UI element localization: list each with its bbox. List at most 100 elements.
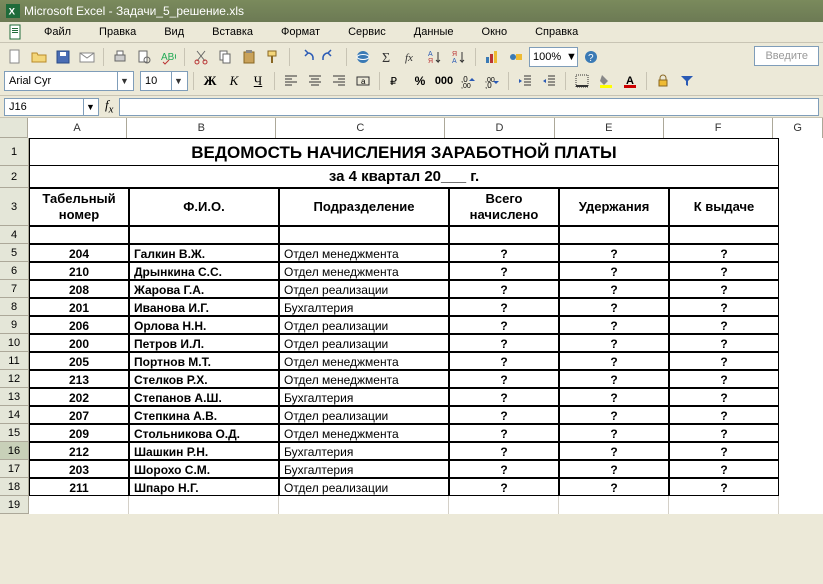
cell-deduct[interactable]: ? bbox=[559, 370, 669, 388]
row-header[interactable]: 2 bbox=[0, 166, 28, 188]
save-button[interactable] bbox=[52, 46, 74, 68]
cell-fio[interactable]: Шашкин Р.Н. bbox=[129, 442, 279, 460]
cell-pay[interactable]: ? bbox=[669, 352, 779, 370]
row-header[interactable]: 12 bbox=[0, 370, 28, 388]
percent-button[interactable]: % bbox=[409, 70, 431, 92]
row-header[interactable]: 19 bbox=[0, 496, 28, 514]
row-header[interactable]: 14 bbox=[0, 406, 28, 424]
cell-pay[interactable]: ? bbox=[669, 298, 779, 316]
cell[interactable] bbox=[779, 166, 823, 188]
menu-window[interactable]: Окно bbox=[470, 24, 520, 40]
cell[interactable] bbox=[559, 226, 669, 244]
fill-color-button[interactable] bbox=[595, 70, 617, 92]
print-button[interactable] bbox=[109, 46, 131, 68]
cell[interactable] bbox=[449, 496, 559, 514]
row-header[interactable]: 17 bbox=[0, 460, 28, 478]
underline-button[interactable]: Ч bbox=[247, 70, 269, 92]
row-header[interactable]: 11 bbox=[0, 352, 28, 370]
autofilter-button[interactable] bbox=[676, 70, 698, 92]
paste-button[interactable] bbox=[238, 46, 260, 68]
name-box[interactable]: ▼ bbox=[4, 98, 99, 116]
zoom-dropdown-icon[interactable]: ▼ bbox=[566, 51, 577, 63]
cell-fio[interactable]: Дрынкина С.С. bbox=[129, 262, 279, 280]
cell-tabnum[interactable]: 202 bbox=[29, 388, 129, 406]
align-right-button[interactable] bbox=[328, 70, 350, 92]
cell[interactable] bbox=[449, 226, 559, 244]
cell[interactable] bbox=[779, 370, 823, 388]
row-header[interactable]: 15 bbox=[0, 424, 28, 442]
cell-dep[interactable]: Отдел менеджмента bbox=[279, 262, 449, 280]
row-header[interactable]: 7 bbox=[0, 280, 28, 298]
cell[interactable] bbox=[779, 388, 823, 406]
cell-deduct[interactable]: ? bbox=[559, 334, 669, 352]
new-button[interactable] bbox=[4, 46, 26, 68]
cell[interactable] bbox=[779, 262, 823, 280]
cell-fio[interactable]: Степкина А.В. bbox=[129, 406, 279, 424]
cell-deduct[interactable]: ? bbox=[559, 442, 669, 460]
cell[interactable] bbox=[279, 226, 449, 244]
cell[interactable] bbox=[129, 226, 279, 244]
cell-pay[interactable]: ? bbox=[669, 280, 779, 298]
chart-button[interactable] bbox=[481, 46, 503, 68]
align-left-button[interactable] bbox=[280, 70, 302, 92]
cells-area[interactable]: ВЕДОМОСТЬ НАЧИСЛЕНИЯ ЗАРАБОТНОЙ ПЛАТЫ за… bbox=[29, 138, 823, 514]
cell-deduct[interactable]: ? bbox=[559, 388, 669, 406]
menu-tools[interactable]: Сервис bbox=[336, 24, 398, 40]
undo-button[interactable] bbox=[295, 46, 317, 68]
cell-dep[interactable]: Отдел реализации bbox=[279, 478, 449, 496]
cell-dep[interactable]: Бухгалтерия bbox=[279, 388, 449, 406]
dropdown-icon[interactable]: ▼ bbox=[117, 72, 131, 90]
cell-dep[interactable]: Отдел менеджмента bbox=[279, 244, 449, 262]
row-header[interactable]: 16 bbox=[0, 442, 28, 460]
cell-dep[interactable]: Бухгалтерия bbox=[279, 460, 449, 478]
cell-dep[interactable]: Отдел реализации bbox=[279, 316, 449, 334]
cell-pay[interactable]: ? bbox=[669, 478, 779, 496]
menu-format[interactable]: Формат bbox=[269, 24, 332, 40]
row-header[interactable]: 1 bbox=[0, 138, 28, 166]
cell[interactable] bbox=[779, 478, 823, 496]
cell[interactable] bbox=[779, 298, 823, 316]
cell-fio[interactable]: Портнов М.Т. bbox=[129, 352, 279, 370]
font-color-button[interactable]: A bbox=[619, 70, 641, 92]
row-header[interactable]: 18 bbox=[0, 478, 28, 496]
dropdown-icon[interactable]: ▼ bbox=[83, 99, 97, 115]
row-header[interactable]: 13 bbox=[0, 388, 28, 406]
font-size-input[interactable] bbox=[141, 72, 171, 90]
cell[interactable] bbox=[779, 244, 823, 262]
italic-button[interactable]: К bbox=[223, 70, 245, 92]
increase-indent-button[interactable] bbox=[538, 70, 560, 92]
col-header-E[interactable]: E bbox=[555, 118, 664, 138]
dropdown-icon[interactable]: ▼ bbox=[171, 72, 185, 90]
col-header-B[interactable]: B bbox=[127, 118, 276, 138]
cell-fio[interactable]: Иванова И.Г. bbox=[129, 298, 279, 316]
cell-pay[interactable]: ? bbox=[669, 406, 779, 424]
formula-input[interactable] bbox=[119, 98, 819, 116]
font-size-box[interactable]: ▼ bbox=[140, 71, 188, 91]
menu-help[interactable]: Справка bbox=[523, 24, 590, 40]
copy-button[interactable] bbox=[214, 46, 236, 68]
hyperlink-button[interactable] bbox=[352, 46, 374, 68]
fx-icon[interactable]: fx bbox=[105, 97, 113, 116]
cell-pay[interactable]: ? bbox=[669, 370, 779, 388]
cell-fio[interactable]: Стольникова О.Д. bbox=[129, 424, 279, 442]
font-name-box[interactable]: ▼ bbox=[4, 71, 134, 91]
cell-pay[interactable]: ? bbox=[669, 334, 779, 352]
cell-pay[interactable]: ? bbox=[669, 460, 779, 478]
sort-desc-button[interactable]: ЯА bbox=[448, 46, 470, 68]
cell-deduct[interactable]: ? bbox=[559, 406, 669, 424]
spellcheck-button[interactable]: ABC bbox=[157, 46, 179, 68]
decrease-indent-button[interactable] bbox=[514, 70, 536, 92]
menu-file[interactable]: Файл bbox=[32, 24, 83, 40]
cell-fio[interactable]: Орлова Н.Н. bbox=[129, 316, 279, 334]
cell-tabnum[interactable]: 211 bbox=[29, 478, 129, 496]
cell-fio[interactable]: Галкин В.Ж. bbox=[129, 244, 279, 262]
row-header[interactable]: 3 bbox=[0, 188, 28, 226]
cell-tabnum[interactable]: 210 bbox=[29, 262, 129, 280]
cell[interactable] bbox=[29, 496, 129, 514]
cell-total[interactable]: ? bbox=[449, 388, 559, 406]
row-header[interactable]: 6 bbox=[0, 262, 28, 280]
cell-total[interactable]: ? bbox=[449, 316, 559, 334]
cell-dep[interactable]: Отдел менеджмента bbox=[279, 352, 449, 370]
col-header-G[interactable]: G bbox=[773, 118, 823, 138]
cell-total[interactable]: ? bbox=[449, 262, 559, 280]
